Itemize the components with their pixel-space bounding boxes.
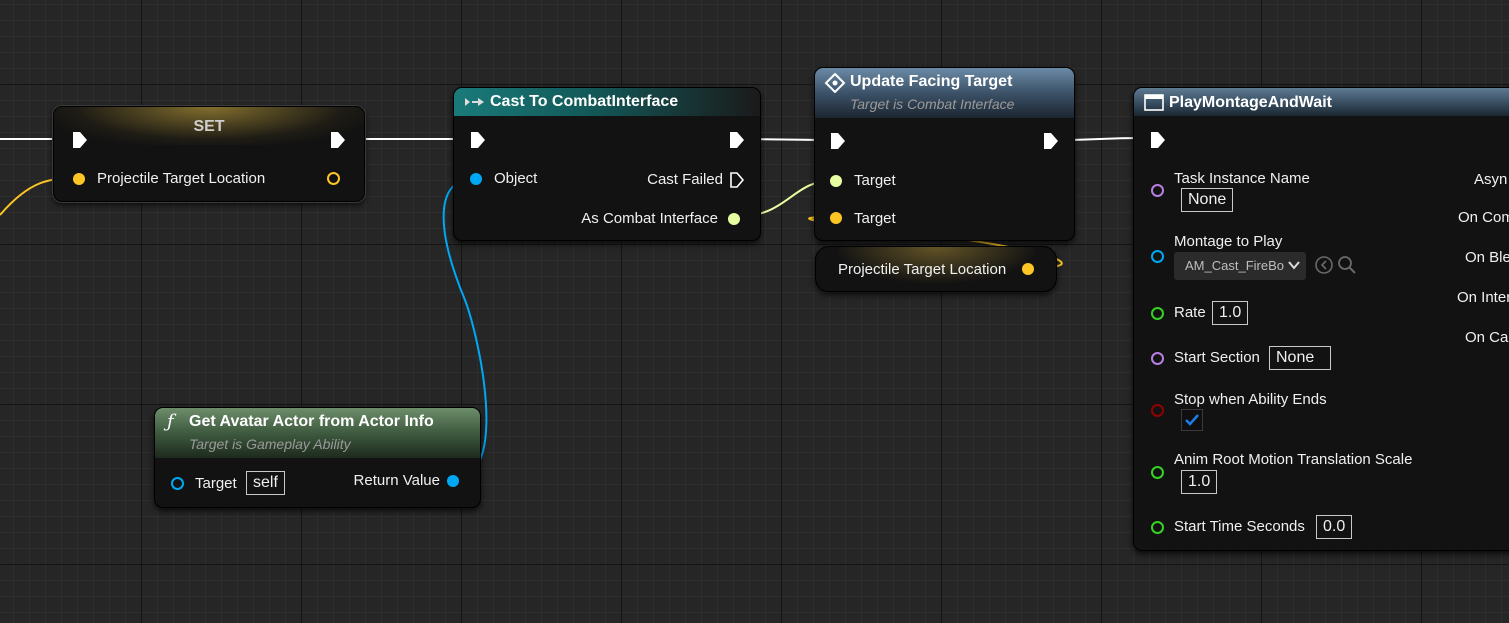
start-time-field[interactable]: 0.0	[1316, 515, 1353, 539]
function-icon: ƒ	[167, 411, 174, 432]
update-node-subtitle: Target is Combat Interface	[850, 96, 1015, 112]
task-icon	[1144, 94, 1164, 111]
cast-node-title: Cast To CombatInterface	[490, 93, 679, 110]
exec-in-pin[interactable]	[470, 131, 486, 149]
set-pin-label: Projectile Target Location	[97, 170, 266, 187]
as-combat-interface-label: As Combat Interface	[581, 210, 718, 227]
avatar-node-title: Get Avatar Actor from Actor Info	[189, 413, 434, 430]
target-self-field[interactable]: self	[246, 471, 285, 495]
interface-target-pin[interactable]	[830, 175, 842, 187]
stop-checkbox[interactable]	[1181, 409, 1203, 431]
root-motion-pin[interactable]	[1151, 466, 1164, 479]
variable-label: Projectile Target Location	[838, 261, 1007, 278]
stop-label: Stop when Ability Ends	[1174, 391, 1327, 408]
cast-node[interactable]: Cast To CombatInterface Object Cast Fail…	[453, 87, 761, 241]
rate-pin[interactable]	[1151, 307, 1164, 320]
start-section-label: Start Section	[1174, 349, 1260, 366]
cast-icon	[465, 98, 484, 106]
output-label-on-cancelled: On Car	[1465, 329, 1509, 346]
root-motion-label: Anim Root Motion Translation Scale	[1174, 451, 1413, 468]
vector-target-pin[interactable]	[830, 212, 842, 224]
start-time-pin[interactable]	[1151, 521, 1164, 534]
rate-label: Rate	[1174, 304, 1206, 321]
start-section-field[interactable]: None	[1269, 346, 1331, 370]
variable-getter-node[interactable]: Projectile Target Location	[815, 246, 1057, 292]
exec-in-pin[interactable]	[830, 132, 846, 150]
target-label: Target	[854, 172, 896, 189]
search-icon[interactable]	[1337, 255, 1357, 275]
start-time-label: Start Time Seconds	[1174, 518, 1305, 535]
chevron-down-icon	[1288, 261, 1300, 270]
exec-out-pin[interactable]	[729, 131, 745, 149]
montage-node-title: PlayMontageAndWait	[1169, 94, 1332, 111]
object-output-pin[interactable]	[447, 475, 459, 487]
task-instance-field[interactable]: None	[1181, 188, 1234, 212]
output-label-on-completed: On Com	[1458, 209, 1509, 226]
target-input-pin[interactable]	[171, 477, 184, 490]
output-label-on-blend-out: On Ble	[1465, 249, 1509, 266]
target-label: Target	[854, 210, 896, 227]
update-node-title: Update Facing Target	[850, 73, 1013, 90]
stop-pin[interactable]	[1151, 404, 1164, 417]
montage-dropdown-value: AM_Cast_FireBo	[1185, 258, 1284, 273]
exec-out-pin[interactable]	[330, 131, 346, 149]
object-pin-label: Object	[494, 170, 538, 187]
cast-failed-pin[interactable]	[729, 171, 745, 189]
event-diamond-icon	[824, 73, 846, 93]
start-section-pin[interactable]	[1151, 352, 1164, 365]
return-value-label: Return Value	[353, 472, 440, 489]
checkmark-icon	[1185, 414, 1199, 426]
update-facing-target-node[interactable]: Update Facing Target Target is Combat In…	[814, 67, 1075, 241]
output-label-on-interrupted: On Inter	[1457, 289, 1509, 306]
vector-output-pin[interactable]	[1022, 263, 1034, 275]
root-motion-field[interactable]: 1.0	[1181, 470, 1218, 494]
montage-pin[interactable]	[1151, 250, 1164, 263]
browse-arrow-icon[interactable]	[1314, 255, 1334, 275]
object-input-pin[interactable]	[470, 173, 482, 185]
montage-dropdown[interactable]: AM_Cast_FireBo	[1174, 252, 1306, 280]
play-montage-and-wait-node[interactable]: PlayMontageAndWait Task Instance Name No…	[1133, 87, 1509, 551]
avatar-node-subtitle: Target is Gameplay Ability	[189, 436, 351, 452]
exec-out-pin[interactable]	[1043, 132, 1059, 150]
exec-in-pin[interactable]	[1150, 131, 1166, 149]
interface-output-pin[interactable]	[728, 213, 740, 225]
set-node-title: SET	[193, 118, 225, 135]
target-label: Target	[195, 475, 237, 492]
task-instance-label: Task Instance Name	[1174, 170, 1310, 187]
montage-label: Montage to Play	[1174, 233, 1283, 250]
set-node[interactable]: SET Projectile Target Location	[53, 106, 365, 202]
exec-in-pin[interactable]	[72, 131, 88, 149]
output-label-async: Asyn	[1474, 171, 1508, 188]
cast-failed-label: Cast Failed	[647, 171, 723, 188]
rate-field[interactable]: 1.0	[1212, 301, 1249, 325]
vector-input-pin[interactable]	[73, 173, 85, 185]
vector-output-pin[interactable]	[327, 172, 340, 185]
get-avatar-actor-node[interactable]: ƒ Get Avatar Actor from Actor Info Targe…	[154, 407, 481, 508]
name-pin[interactable]	[1151, 184, 1164, 197]
